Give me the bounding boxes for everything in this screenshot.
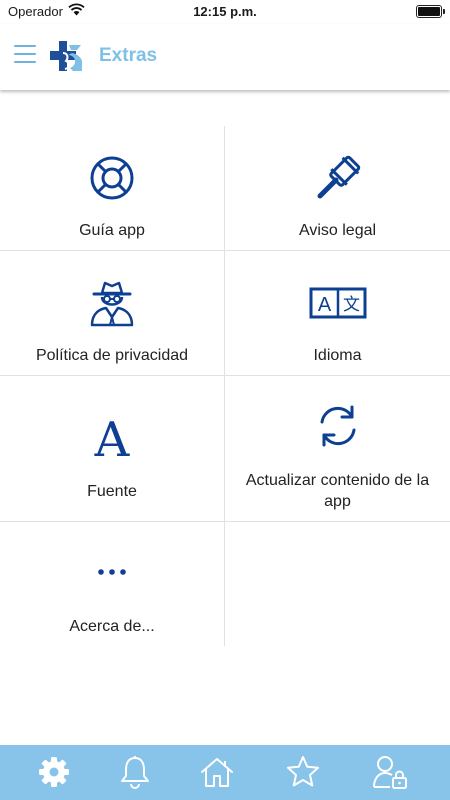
status-time: 12:15 p.m. — [193, 4, 257, 19]
item-update-content[interactable]: Actualizar contenido de la app — [225, 376, 450, 521]
item-privacy-policy[interactable]: Política de privacidad — [0, 251, 224, 375]
svg-text:A: A — [94, 412, 131, 460]
gavel-icon — [317, 155, 360, 199]
item-app-guide[interactable]: Guía app — [0, 126, 224, 250]
hamburger-menu-button[interactable] — [14, 45, 36, 63]
lifebuoy-icon — [90, 156, 134, 200]
refresh-icon — [320, 405, 355, 447]
item-about[interactable]: Acerca de... — [0, 522, 224, 646]
bell-icon[interactable] — [117, 754, 153, 790]
home-icon[interactable] — [199, 754, 235, 790]
item-label: Política de privacidad — [35, 347, 189, 364]
page-title: Extras — [99, 45, 158, 66]
user-lock-icon[interactable] — [372, 754, 408, 790]
item-label: Actualizar contenido de la app — [245, 472, 430, 510]
item-label: Aviso legal — [298, 222, 377, 239]
svg-text:文: 文 — [343, 295, 360, 315]
star-icon[interactable] — [285, 754, 321, 790]
nav-bar: Extras — [0, 24, 450, 90]
item-language[interactable]: A 文 Idioma — [225, 251, 450, 375]
translate-icon: A 文 — [309, 287, 366, 319]
settings-icon[interactable] — [36, 754, 72, 790]
item-label: Idioma — [313, 347, 362, 364]
more-icon — [98, 569, 126, 575]
tab-bar — [0, 745, 450, 800]
app-logo-icon — [50, 41, 82, 71]
status-bar: Operador 12:15 p.m. — [0, 0, 450, 24]
item-font[interactable]: A Fuente — [0, 376, 224, 521]
item-label: Guía app — [79, 222, 145, 239]
font-icon: A — [94, 412, 131, 460]
item-label: Fuente — [87, 483, 137, 500]
svg-text:A: A — [317, 294, 331, 316]
item-legal-notice[interactable]: Aviso legal — [225, 126, 450, 250]
spy-icon — [90, 281, 134, 327]
item-label: Acerca de... — [69, 618, 155, 635]
battery-icon — [416, 5, 445, 18]
